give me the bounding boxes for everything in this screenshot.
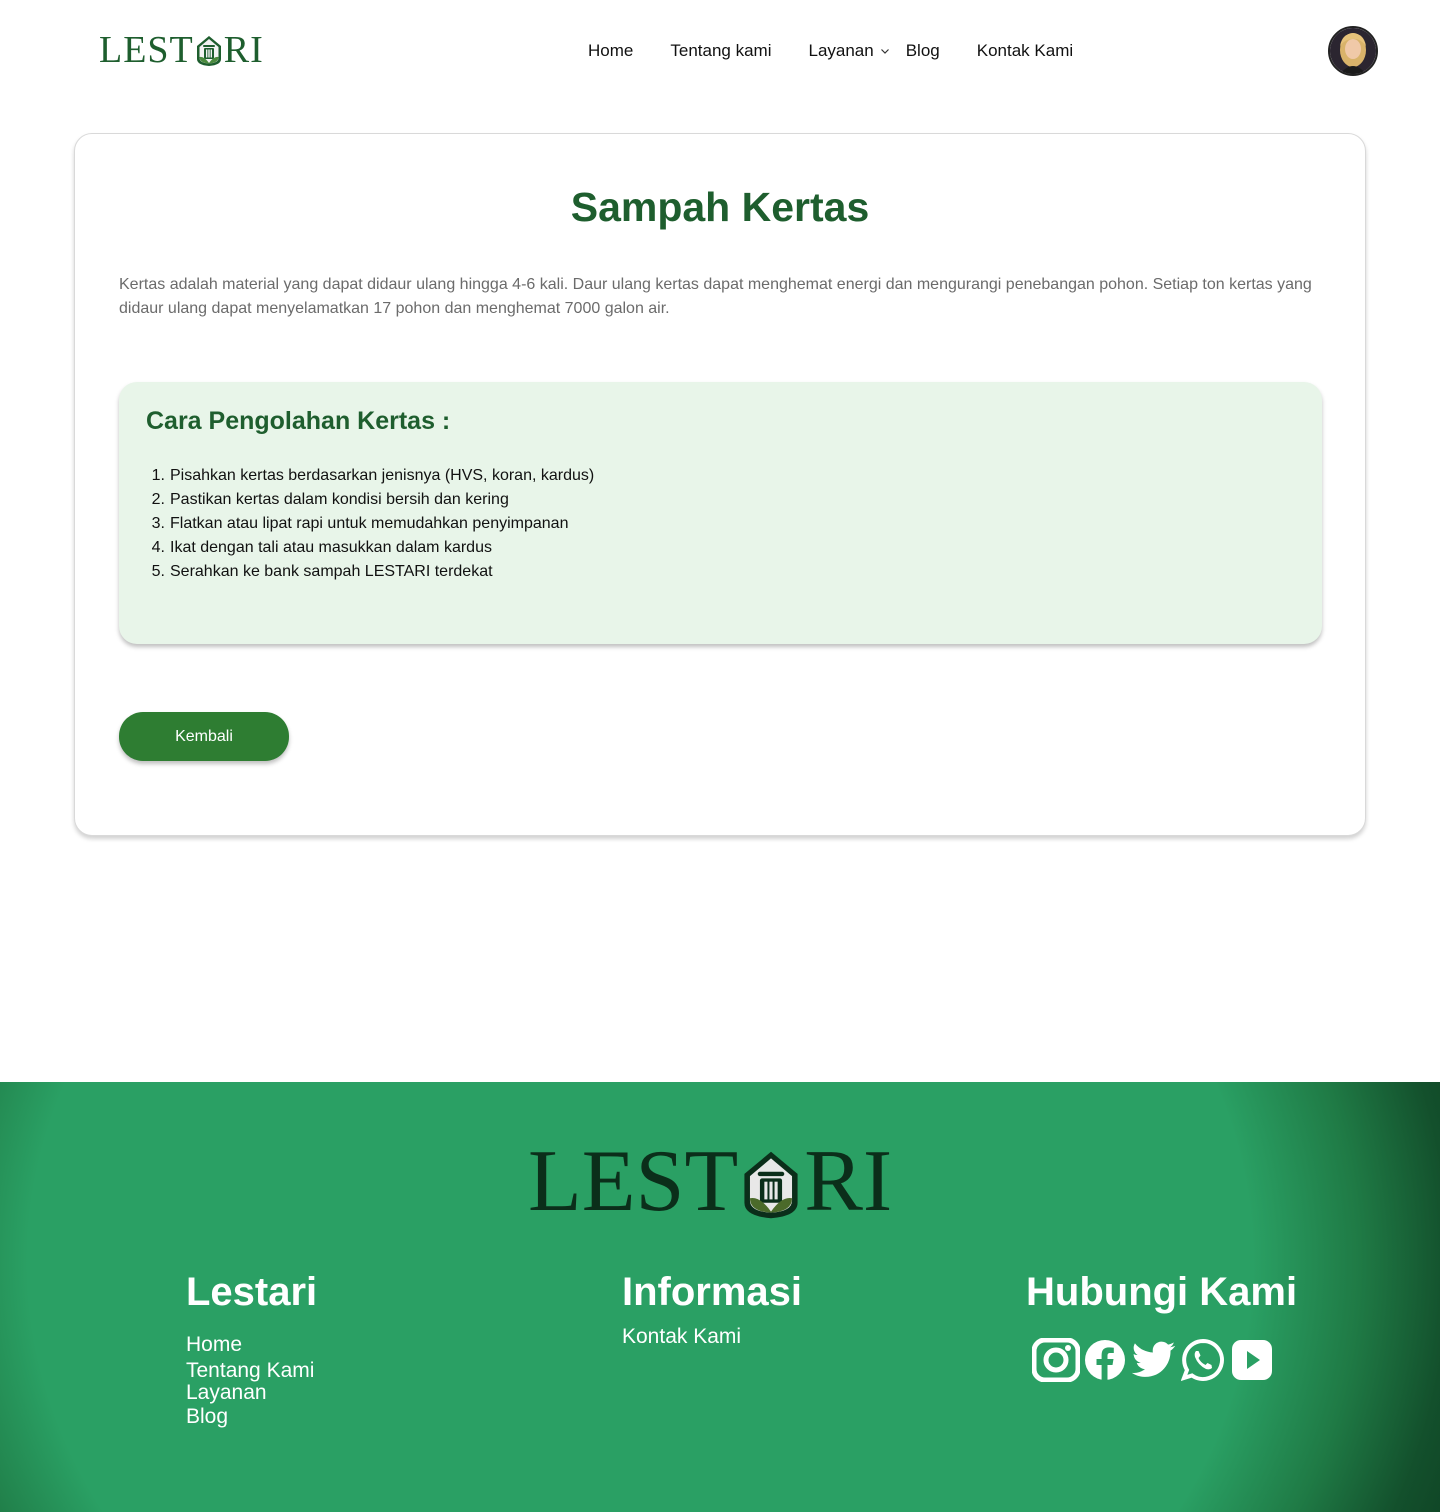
footer-link-layanan[interactable]: Layanan [186,1381,267,1405]
intro-paragraph: Kertas adalah material yang dapat didaur… [119,276,1312,317]
youtube-icon[interactable] [1228,1338,1276,1382]
steps-title: Cara Pengolahan Kertas : [146,407,451,435]
footer-hubungi-title: Hubungi Kami [1026,1270,1298,1314]
user-avatar[interactable] [1328,26,1378,76]
logo[interactable]: LEST RI [99,30,264,70]
page-title: Sampah Kertas [570,184,870,230]
footer-informasi-title: Informasi [622,1270,803,1314]
nav-kontak-kami[interactable]: Kontak Kami [977,40,1073,62]
footer-link-blog[interactable]: Blog [186,1405,228,1429]
list-item: 1. Pisahkan kertas berdasarkan jenisnya (… [151,467,595,484]
social-links [1032,1338,1277,1382]
list-item: 4. Ikat dengan tali atau masukkan dalam k… [151,539,492,556]
chevron-down-icon [880,49,889,54]
list-item: 2. Pastikan kertas dalam kondisi bersih d… [151,491,509,508]
site-header: LEST RI Home Tentang kami Layanan Blog K… [0,0,1440,102]
list-item: 5. Serahkan ke bank sampah LESTARI terdek… [151,563,493,580]
logo-text-left: LEST [99,29,194,71]
nav-layanan-label: Layanan [808,41,874,60]
nav-blog[interactable]: Blog [906,40,940,62]
trash-bin-emblem-icon [196,36,221,66]
instagram-icon[interactable] [1032,1338,1080,1382]
twitter-icon[interactable] [1130,1338,1178,1382]
steps-panel: Cara Pengolahan Kertas : 1. Pisahkan kert… [119,382,1322,644]
footer-link-tentang-kami[interactable]: Tentang Kami [186,1359,314,1383]
nav-home[interactable]: Home [588,40,633,62]
facebook-icon[interactable] [1081,1338,1129,1382]
back-button[interactable]: Kembali [119,712,289,761]
nav-layanan-dropdown[interactable]: Layanan [808,40,889,62]
steps-list: 1. Pisahkan kertas berdasarkan jenisnya (… [146,464,595,584]
logo-text-right: RI [223,29,264,71]
footer-logo-text-right: RI [804,1133,893,1230]
footer-lestari-title: Lestari [186,1270,318,1314]
whatsapp-icon[interactable] [1179,1338,1227,1382]
footer-link-kontak-kami[interactable]: Kontak Kami [622,1325,741,1349]
content-card: Sampah Kertas Kertas adalah material yan… [74,133,1366,836]
footer-logo: LEST RI [528,1137,892,1227]
avatar-photo [1330,28,1376,74]
nav-tentang-kami[interactable]: Tentang kami [670,40,771,62]
site-footer: LEST RI Lestari Home Tentang Kami Layana… [0,1082,1440,1512]
main-nav: Home Tentang kami Layanan Blog Kontak Ka… [588,40,1073,62]
footer-logo-text-left: LEST [528,1133,739,1230]
footer-link-home[interactable]: Home [186,1333,242,1357]
trash-bin-emblem-icon [744,1151,798,1219]
list-item: 3. Flatkan atau lipat rapi untuk memudahk… [151,515,569,532]
